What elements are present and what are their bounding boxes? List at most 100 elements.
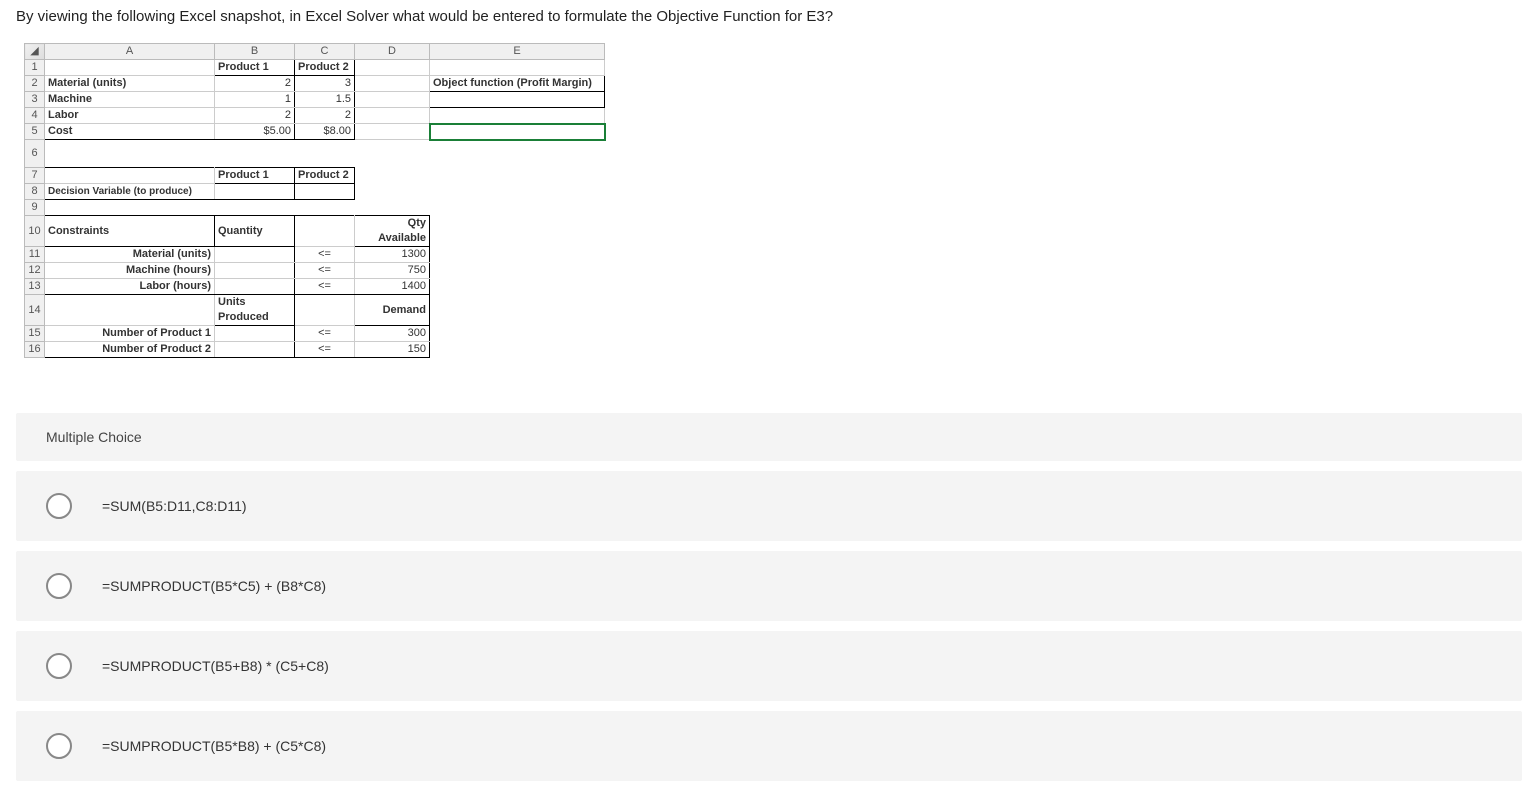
cell: Number of Product 2 xyxy=(45,342,215,358)
cell: <= xyxy=(295,279,355,295)
cell xyxy=(430,184,605,200)
option-text: =SUMPRODUCT(B5*C5) + (B8*C8) xyxy=(102,578,326,594)
cell: 2 xyxy=(215,76,295,92)
cell: Product 2 xyxy=(295,60,355,76)
cell xyxy=(430,200,605,216)
cell: Product 1 xyxy=(215,60,295,76)
cell: Decision Variable (to produce) xyxy=(45,184,215,200)
cell xyxy=(430,140,605,168)
row-header: 5 xyxy=(25,124,45,140)
cell: Number of Product 1 xyxy=(45,326,215,342)
row-header: 3 xyxy=(25,92,45,108)
cell: <= xyxy=(295,342,355,358)
cell xyxy=(355,92,430,108)
radio-icon[interactable] xyxy=(46,733,72,759)
row-header: 16 xyxy=(25,342,45,358)
cell xyxy=(430,279,605,295)
row-header: 12 xyxy=(25,263,45,279)
cell: 1.5 xyxy=(295,92,355,108)
cell xyxy=(215,184,295,200)
cell xyxy=(430,216,605,247)
cell xyxy=(355,168,430,184)
cell xyxy=(45,140,215,168)
col-header-a: A xyxy=(45,44,215,60)
cell: Machine xyxy=(45,92,215,108)
cell xyxy=(355,140,430,168)
cell xyxy=(295,295,355,326)
option-1[interactable]: =SUM(B5:D11,C8:D11) xyxy=(16,471,1522,541)
cell xyxy=(215,200,295,216)
cell: Object function (Profit Margin) xyxy=(430,76,605,92)
row-header: 2 xyxy=(25,76,45,92)
option-text: =SUM(B5:D11,C8:D11) xyxy=(102,498,247,514)
cell: $8.00 xyxy=(295,124,355,140)
row-header: 1 xyxy=(25,60,45,76)
cell xyxy=(355,184,430,200)
cell: 1400 xyxy=(355,279,430,295)
cell: 750 xyxy=(355,263,430,279)
cell xyxy=(295,216,355,247)
row-header: 10 xyxy=(25,216,45,247)
option-text: =SUMPRODUCT(B5+B8) * (C5+C8) xyxy=(102,658,329,674)
cell: 3 xyxy=(295,76,355,92)
option-2[interactable]: =SUMPRODUCT(B5*C5) + (B8*C8) xyxy=(16,551,1522,621)
cell xyxy=(430,108,605,124)
cell: 2 xyxy=(215,108,295,124)
corner-cell: ◢ xyxy=(25,44,45,60)
cell xyxy=(45,168,215,184)
cell xyxy=(430,60,605,76)
option-4[interactable]: =SUMPRODUCT(B5*B8) + (C5*C8) xyxy=(16,711,1522,781)
cell xyxy=(215,279,295,295)
cell xyxy=(355,108,430,124)
cell xyxy=(430,342,605,358)
cell xyxy=(430,295,605,326)
cell: 1300 xyxy=(355,247,430,263)
cell xyxy=(215,263,295,279)
cell: Product 1 xyxy=(215,168,295,184)
cell xyxy=(430,92,605,108)
cell xyxy=(430,263,605,279)
cell xyxy=(215,140,295,168)
cell: 1 xyxy=(215,92,295,108)
option-3[interactable]: =SUMPRODUCT(B5+B8) * (C5+C8) xyxy=(16,631,1522,701)
cell: Labor (hours) xyxy=(45,279,215,295)
col-header-e: E xyxy=(430,44,605,60)
cell xyxy=(355,200,430,216)
cell xyxy=(355,124,430,140)
cell: <= xyxy=(295,326,355,342)
cell: Demand xyxy=(355,295,430,326)
row-header: 4 xyxy=(25,108,45,124)
col-header-d: D xyxy=(355,44,430,60)
row-header: 15 xyxy=(25,326,45,342)
cell xyxy=(215,326,295,342)
radio-icon[interactable] xyxy=(46,493,72,519)
cell xyxy=(295,184,355,200)
cell: Constraints xyxy=(45,216,215,247)
cell: 150 xyxy=(355,342,430,358)
option-text: =SUMPRODUCT(B5*B8) + (C5*C8) xyxy=(102,738,326,754)
cell: Machine (hours) xyxy=(45,263,215,279)
cell xyxy=(45,60,215,76)
row-header: 14 xyxy=(25,295,45,326)
cell xyxy=(430,247,605,263)
cell xyxy=(45,295,215,326)
row-header: 9 xyxy=(25,200,45,216)
cell: 300 xyxy=(355,326,430,342)
cell xyxy=(215,247,295,263)
col-header-c: C xyxy=(295,44,355,60)
cell xyxy=(355,76,430,92)
excel-snapshot: ◢ A B C D E 1 Product 1 Product 2 2 Mate… xyxy=(24,43,1522,358)
radio-icon[interactable] xyxy=(46,653,72,679)
cell: Units Produced xyxy=(215,295,295,326)
cell: $5.00 xyxy=(215,124,295,140)
question-text: By viewing the following Excel snapshot,… xyxy=(16,8,1522,25)
radio-icon[interactable] xyxy=(46,573,72,599)
cell xyxy=(45,200,215,216)
col-header-b: B xyxy=(215,44,295,60)
cell xyxy=(295,200,355,216)
cell: Product 2 xyxy=(295,168,355,184)
row-header: 6 xyxy=(25,140,45,168)
cell xyxy=(295,140,355,168)
cell: Quantity xyxy=(215,216,295,247)
cell: 2 xyxy=(295,108,355,124)
